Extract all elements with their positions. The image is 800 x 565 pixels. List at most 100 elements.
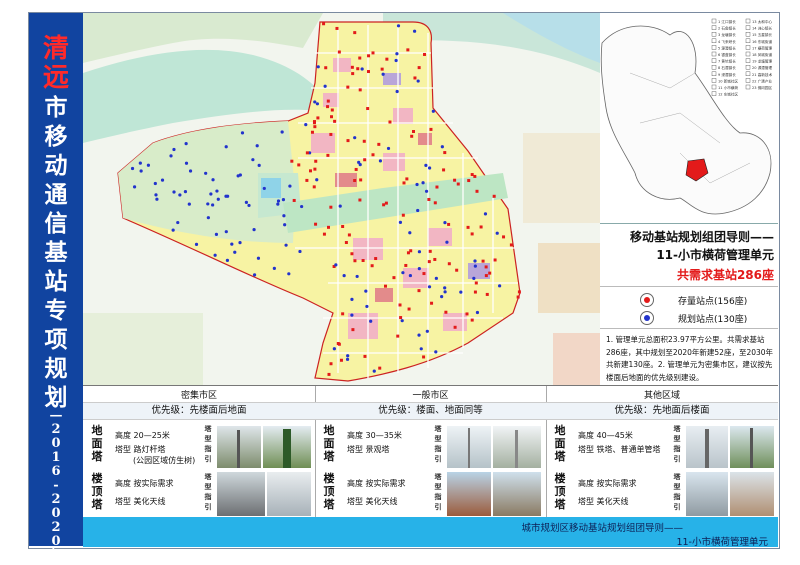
planned-site-marker <box>400 319 404 323</box>
planned-site-marker <box>332 347 336 351</box>
planned-site-marker <box>206 216 210 220</box>
inset-legend-item: 13 太和中心 <box>752 19 772 24</box>
roof-building-photo <box>447 472 491 516</box>
existing-site-marker <box>326 105 330 109</box>
existing-site-marker <box>314 159 318 163</box>
roof-building-photo-2 <box>493 472 541 516</box>
planned-site-marker <box>424 189 429 193</box>
planned-site-marker <box>251 158 255 162</box>
existing-site-marker <box>362 139 366 143</box>
existing-site-marker <box>313 125 317 129</box>
existing-site-marker <box>378 366 382 370</box>
planned-site-marker <box>408 231 412 235</box>
planned-site-marker <box>155 197 159 201</box>
existing-site-marker <box>308 169 312 173</box>
roof-type: 塔型 美化天线 <box>347 497 398 506</box>
roof-tower-label: 楼顶塔 <box>323 472 335 511</box>
legend-title: 移动基站规划组团导则—— <box>629 230 774 244</box>
planned-site-marker <box>416 79 420 83</box>
inset-legend-swatch <box>745 51 751 57</box>
planned-site-marker <box>298 249 302 254</box>
inset-locator-map[interactable]: 1 江口镇长 2 石角镇长 3 龙塘镇长 4 飞来峡长 5 源潭镇长 6 银盏镇长 7 黄坑… <box>600 13 778 223</box>
existing-site-marker <box>396 334 400 338</box>
planned-site-marker <box>459 290 463 294</box>
existing-site-marker <box>485 292 489 296</box>
existing-site-marker <box>333 119 337 123</box>
map-canvas <box>83 13 600 385</box>
planned-site-marker <box>408 273 412 278</box>
plan-years: — —2 0 1 6-2 0 2 0 年 <box>49 394 63 563</box>
roof-antenna-photo-3 <box>730 472 774 516</box>
existing-site-icon <box>640 293 654 307</box>
planned-site-marker <box>421 181 425 185</box>
existing-site-marker <box>383 284 387 288</box>
inset-legend-swatch <box>745 38 751 43</box>
planned-site-marker <box>240 131 245 135</box>
planned-site-marker <box>394 58 398 63</box>
planned-site-marker <box>415 182 419 187</box>
planned-site-marker <box>315 178 319 182</box>
existing-site-marker <box>473 290 477 294</box>
legend-divider <box>600 286 778 287</box>
zone-priority: 优先级：楼面、地面同等 <box>315 402 546 420</box>
planned-site-marker <box>132 185 137 189</box>
inset-legend-item: 9 浸潭镇长 <box>718 72 736 77</box>
planned-site-marker <box>224 194 228 198</box>
planned-site-marker <box>276 202 280 206</box>
planned-site-marker <box>396 24 401 28</box>
planned-site-marker <box>154 193 158 197</box>
existing-site-marker <box>354 167 358 171</box>
legend-subtitle: 11-小市横荷管理单元 <box>656 248 774 262</box>
existing-site-marker <box>384 201 388 205</box>
planned-site-marker <box>160 178 165 182</box>
zone-dense: 密集市区 优先级：先楼面后地面 地面塔 高度 20—25米 塔型 路灯杆塔 (公… <box>83 386 316 518</box>
existing-site-marker <box>422 272 426 276</box>
existing-site-marker <box>359 178 363 182</box>
existing-site-marker <box>435 185 439 189</box>
existing-site-marker <box>326 153 330 157</box>
inset-legend-item: 3 龙塘镇长 <box>718 32 736 37</box>
planned-site-marker <box>171 228 175 232</box>
planning-map[interactable] <box>83 13 600 385</box>
existing-site-marker <box>358 88 362 92</box>
existing-site-marker <box>316 116 320 120</box>
planned-site-marker <box>381 72 385 76</box>
existing-site-marker <box>433 257 437 261</box>
existing-site-marker <box>322 22 326 26</box>
existing-site-marker <box>377 142 381 146</box>
zone-name: 密集市区 <box>180 391 217 401</box>
existing-site-marker <box>353 31 357 35</box>
existing-site-marker <box>337 50 341 54</box>
planned-site-marker <box>417 267 421 271</box>
planned-site-marker <box>224 230 228 234</box>
roof-height: 高度 按实际需求 <box>347 479 406 488</box>
inset-legend-item: 16 东城街道 <box>752 39 772 44</box>
planned-site-marker <box>473 264 477 268</box>
ground-type: 塔型 路灯杆塔 <box>115 445 166 454</box>
existing-site-marker <box>413 76 417 80</box>
planned-site-marker <box>283 223 287 227</box>
existing-site-marker <box>447 262 451 266</box>
inset-legend-swatch <box>745 25 751 30</box>
existing-site-marker <box>405 177 409 181</box>
inset-legend-item: 6 银盏镇长 <box>718 52 736 57</box>
existing-site-marker <box>358 56 362 60</box>
inset-legend-item: 12 东城社区 <box>718 92 738 97</box>
existing-site-marker <box>427 197 431 201</box>
existing-site-marker <box>370 264 374 268</box>
planned-site-marker <box>378 159 383 163</box>
planned-site-marker <box>346 354 350 358</box>
tower-guide-label: 塔型指引 <box>204 425 212 463</box>
planned-site-marker <box>443 221 447 225</box>
inset-legend-item: 15 五星镇长 <box>752 32 772 37</box>
existing-site-marker <box>430 301 434 305</box>
existing-site-marker <box>351 328 355 332</box>
existing-site-marker <box>312 185 316 189</box>
existing-site-marker <box>455 268 459 272</box>
zone-priority: 优先级：先地面后楼面 <box>546 402 778 420</box>
planned-site-marker <box>178 193 182 197</box>
zone-general: 一般市区 优先级：楼面、地面同等 地面塔 高度 30—35米 塔型 景观塔 塔型… <box>315 386 547 518</box>
planned-site-marker <box>287 272 291 276</box>
existing-site-marker <box>474 281 478 285</box>
existing-site-marker <box>329 362 333 366</box>
